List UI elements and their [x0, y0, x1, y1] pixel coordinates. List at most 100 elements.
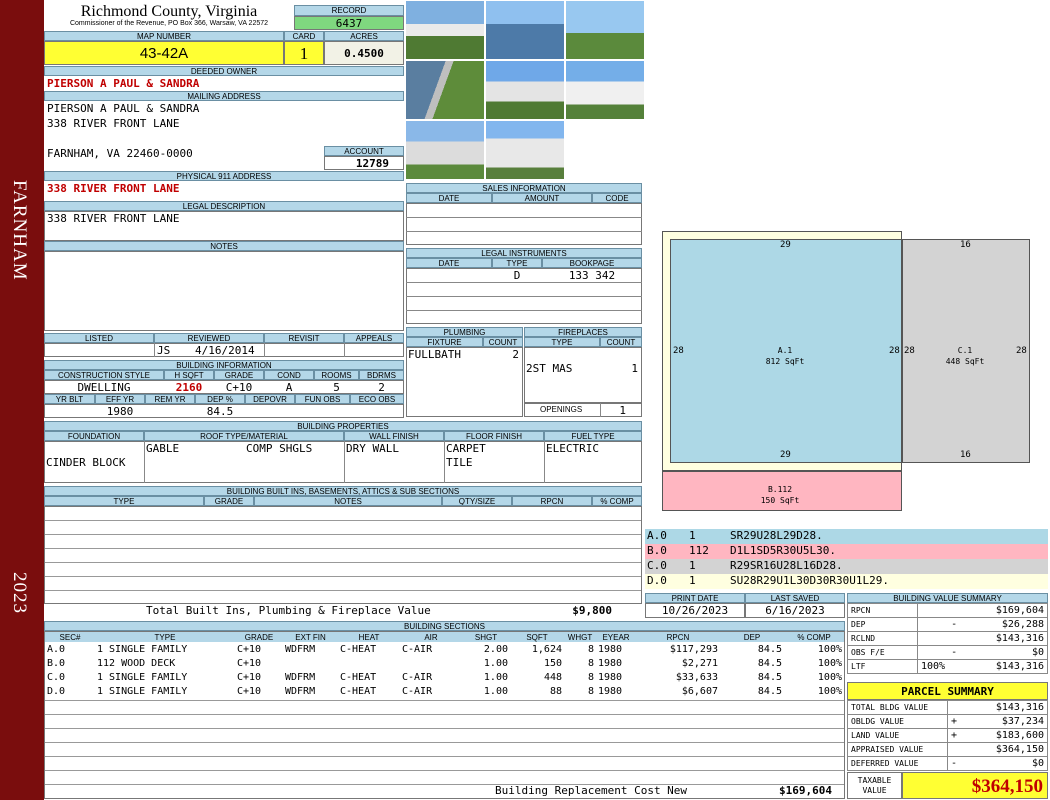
fireplaces-table [524, 347, 642, 403]
built-ins-table [44, 506, 642, 604]
roof-material: COMP SHGLS [246, 442, 313, 455]
building-properties-label: BUILDING PROPERTIES [44, 421, 642, 431]
building-sections: SEC# TYPE GRADE EXT FIN HEAT AIR SHGT SQ… [44, 631, 845, 799]
fireplace-count: 1 [631, 362, 638, 375]
pier-photo [485, 0, 565, 60]
parcel-summary-label: PARCEL SUMMARY [847, 682, 1048, 700]
instrument-bookpage: 133 342 [568, 269, 616, 282]
card-label: CARD [284, 31, 324, 41]
house-photo [405, 0, 485, 60]
table-row: DEFERRED VALUE - $0 [847, 756, 1049, 771]
review-date: 4/16/2014 [195, 344, 255, 357]
listed-label: LISTED [44, 333, 154, 343]
sketch-c-right: 28 [1016, 346, 1027, 356]
table-row: OBLDG VALUE + $37,234 [847, 714, 1049, 729]
mailing-address-label: MAILING ADDRESS [44, 91, 404, 101]
year-label: 2023 [9, 572, 30, 614]
side-bar: FARNHAM 2023 [0, 0, 44, 800]
table-row: RCLND $143,316 [847, 631, 1049, 646]
plumbing-label: PLUMBING [406, 327, 523, 337]
sections-header: SEC# TYPE GRADE EXT FIN HEAT AIR SHGT SQ… [45, 632, 844, 642]
table-row: LTF 100% $143,316 [847, 659, 1049, 674]
table-row: RPCN $169,604 [847, 603, 1049, 618]
floor-finish-1: CARPET [446, 442, 486, 455]
taxable-value-label: TAXABLE VALUE [847, 772, 902, 799]
table-row: DEP - $26,288 [847, 617, 1049, 632]
building-sections-label: BUILDING SECTIONS [44, 621, 845, 631]
print-date-label: PRINT DATE [645, 593, 745, 603]
deeded-owner: PIERSON A PAUL & SANDRA [47, 77, 200, 90]
table-row: LAND VALUE + $183,600 [847, 728, 1049, 743]
sales-table [406, 203, 642, 245]
map-number-label: MAP NUMBER [44, 31, 284, 41]
shed-photo [565, 60, 645, 120]
sketch-a-top: 29 [780, 240, 791, 250]
mailing-line-3: FARNHAM, VA 22460-0000 [47, 147, 193, 160]
instrument-type: D [513, 269, 521, 282]
depreciation-pct: 84.5 [206, 405, 234, 418]
physical-address-label: PHYSICAL 911 ADDRESS [44, 171, 404, 181]
openings-label: OPENINGS [540, 405, 583, 414]
house-rear-photo [405, 120, 485, 180]
table-row: B.0 112 WOOD DECK C+10 1.00 150 8 1980 $2,271 84… [47, 657, 842, 669]
last-saved: 6/16/2023 [745, 603, 845, 618]
physical-address: 338 RIVER FRONT LANE [47, 182, 180, 195]
fireplaces-label: FIREPLACES [524, 327, 642, 337]
sales-information-label: SALES INFORMATION [406, 183, 642, 193]
table-row: OBS F/E - $0 [847, 645, 1049, 660]
replacement-cost: $169,604 [779, 784, 832, 797]
commissioner-line: Commissioner of the Revenue, PO Box 366,… [69, 20, 269, 27]
sketch-a-area: 812 SqFt [765, 357, 805, 366]
built-ins-total: $9,800 [572, 604, 612, 617]
deeded-owner-label: DEEDED OWNER [44, 66, 404, 76]
map-number: 43-42A [44, 41, 284, 65]
print-date: 10/26/2023 [645, 603, 745, 618]
sketch-a-left: 28 [673, 346, 684, 356]
building-value-summary-label: BUILDING VALUE SUMMARY [847, 593, 1048, 603]
house-side-photo [485, 120, 565, 180]
notes-box [44, 251, 404, 331]
sketch-c-left: 28 [904, 346, 915, 356]
account-number: 12789 [324, 156, 404, 170]
sketch-c-top: 16 [960, 240, 971, 250]
acres-value: 0.4500 [324, 41, 404, 65]
plumbing-fixture: FULLBATH [408, 348, 461, 361]
condition: A [285, 381, 293, 394]
effective-year: 1980 [106, 405, 134, 418]
grade: C+10 [225, 381, 253, 394]
reviewer: JS [157, 344, 171, 357]
bedrooms: 2 [378, 381, 385, 394]
gazebo-photo [565, 0, 645, 60]
fireplace-type: 2ST MAS [526, 362, 573, 375]
legal-instruments-label: LEGAL INSTRUMENTS [406, 248, 642, 258]
town-label: FARNHAM [9, 180, 30, 281]
sketch-a-bottom: 29 [780, 450, 791, 460]
sketch-code-row: D.0 1 SU28R29U1L30D30R30U1L29. [645, 574, 1048, 589]
table-row: APPRAISED VALUE $364,150 [847, 742, 1049, 757]
record-label: RECORD [294, 5, 404, 16]
rooms: 5 [333, 381, 340, 394]
fuel-type: ELECTRIC [546, 442, 599, 455]
floor-finish-2: TILE [446, 456, 473, 469]
last-saved-label: LAST SAVED [745, 593, 845, 603]
account-label: ACCOUNT [324, 146, 404, 156]
replacement-cost-label: Building Replacement Cost New [495, 784, 688, 797]
built-ins-label: BUILDING BUILT INS, BASEMENTS, ATTICS & … [44, 486, 642, 496]
appeals-label: APPEALS [344, 333, 404, 343]
table-row: C.0 1 SINGLE FAMILY C+10 WDFRM C-HEAT C-AIR 1.… [47, 671, 842, 683]
sketch-b-area: 150 SqFt [760, 496, 800, 505]
building-sketch: 29 28 28 29 A.1 812 SqFt 16 28 28 16 C.1… [645, 0, 1050, 528]
record-number: 6437 [294, 16, 404, 30]
sketch-c-area: 448 SqFt [945, 357, 985, 366]
shoreline-photo [405, 60, 485, 120]
county-title: Richmond County, Virginia [80, 3, 258, 20]
reviewed-label: REVIEWED [154, 333, 264, 343]
legal-description-label: LEGAL DESCRIPTION [44, 201, 404, 211]
sketch-c-bottom: 16 [960, 450, 971, 460]
foundation: CINDER BLOCK [46, 456, 126, 469]
sketch-a-name: A.1 [777, 346, 793, 355]
revisit-label: REVISIT [264, 333, 344, 343]
table-row: TOTAL BLDG VALUE $143,316 [847, 700, 1049, 715]
building-value-summary: RPCN $169,604 DEP - $26,288 RCLND $143,316 O… [847, 603, 1049, 674]
wall-finish: DRY WALL [346, 442, 399, 455]
